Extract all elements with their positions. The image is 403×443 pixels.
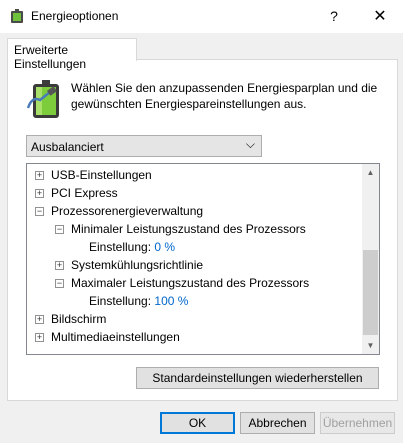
tree-item-label: Maximaler Leistungszustand des Prozessor… bbox=[71, 276, 310, 290]
setting-value[interactable]: 0 % bbox=[154, 240, 175, 254]
tree-item-label: Minimaler Leistungszustand des Prozessor… bbox=[71, 222, 306, 236]
scrollbar-thumb[interactable] bbox=[363, 250, 378, 335]
ok-button[interactable]: OK bbox=[160, 412, 235, 434]
tree-item-label: USB-Einstellungen bbox=[51, 168, 152, 182]
vertical-scrollbar[interactable]: ▲ ▼ bbox=[362, 164, 379, 354]
expand-icon[interactable]: + bbox=[35, 171, 44, 180]
expand-icon[interactable]: + bbox=[35, 333, 44, 342]
scroll-up-icon[interactable]: ▲ bbox=[362, 164, 379, 181]
collapse-icon[interactable]: − bbox=[55, 225, 64, 234]
settings-tree[interactable]: + USB-Einstellungen + PCI Express − Proz… bbox=[26, 163, 380, 355]
tree-item-label: Systemkühlungsrichtlinie bbox=[71, 258, 204, 272]
tab-label: Erweiterte Einstellungen bbox=[14, 43, 87, 71]
collapse-icon[interactable]: − bbox=[35, 207, 44, 216]
power-options-dialog: Energieoptionen ? ✕ Erweiterte Einstellu… bbox=[0, 0, 403, 443]
tree-item-label: Prozessorenergieverwaltung bbox=[51, 204, 204, 218]
tree-item-label: Multimediaeinstellungen bbox=[51, 330, 180, 344]
apply-button[interactable]: Übernehmen bbox=[320, 412, 395, 434]
tree-item-max-setting[interactable]: Einstellung: 100 % bbox=[89, 292, 188, 310]
restore-defaults-button[interactable]: Standardeinstellungen wiederherstellen bbox=[136, 367, 379, 389]
power-plan-dropdown[interactable]: Ausbalanciert ⌵ bbox=[26, 135, 262, 157]
collapse-icon[interactable]: − bbox=[55, 279, 64, 288]
setting-value[interactable]: 100 % bbox=[154, 294, 188, 308]
description-text: Wählen Sie den anzupassenden Energiespar… bbox=[71, 81, 378, 111]
expand-icon[interactable]: + bbox=[55, 261, 64, 270]
setting-label: Einstellung: bbox=[89, 240, 152, 254]
tab-advanced-settings[interactable]: Erweiterte Einstellungen bbox=[7, 38, 137, 71]
power-options-icon bbox=[11, 9, 23, 23]
tree-item-label: PCI Express bbox=[51, 186, 118, 200]
tree-item-label: Bildschirm bbox=[51, 312, 107, 326]
scroll-down-icon[interactable]: ▼ bbox=[362, 337, 379, 354]
close-button[interactable]: ✕ bbox=[357, 0, 403, 33]
expand-icon[interactable]: + bbox=[35, 189, 44, 198]
cancel-button[interactable]: Abbrechen bbox=[240, 412, 315, 434]
expand-icon[interactable]: + bbox=[35, 315, 44, 324]
window-title: Energieoptionen bbox=[31, 9, 119, 23]
help-button[interactable]: ? bbox=[311, 0, 357, 33]
setting-label: Einstellung: bbox=[89, 294, 152, 308]
battery-icon bbox=[26, 80, 59, 118]
selected-plan: Ausbalanciert bbox=[31, 140, 104, 154]
chevron-down-icon: ⌵ bbox=[245, 137, 255, 151]
title-bar: Energieoptionen ? ✕ bbox=[0, 0, 403, 33]
tree-item-min-setting[interactable]: Einstellung: 0 % bbox=[89, 238, 175, 256]
